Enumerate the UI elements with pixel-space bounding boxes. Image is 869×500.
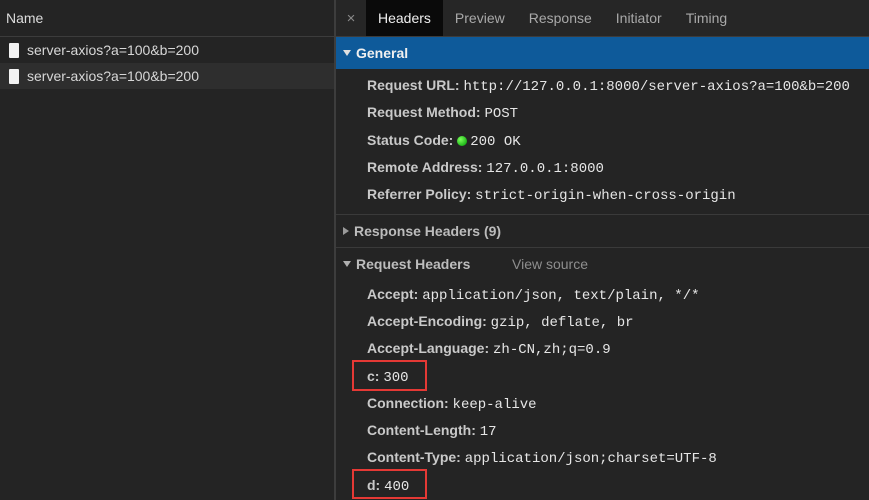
accept-row: Accept: application/json, text/plain, */… — [367, 286, 700, 304]
tab-initiator[interactable]: Initiator — [604, 0, 674, 36]
request-details-pane: × Headers Preview Response Initiator Tim… — [336, 0, 869, 500]
tab-timing[interactable]: Timing — [674, 0, 740, 36]
content-type-row: Content-Type: application/json;charset=U… — [367, 449, 717, 467]
connection-key: Connection: — [367, 395, 449, 411]
expanded-triangle-icon — [343, 261, 351, 267]
request-method-key: Request Method: — [367, 104, 481, 120]
document-icon — [9, 68, 19, 84]
request-url-key: Request URL: — [367, 77, 460, 93]
accept-language-row: Accept-Language: zh-CN,zh;q=0.9 — [367, 340, 611, 358]
status-ok-icon — [457, 136, 468, 146]
response-headers-title: Response Headers (9) — [354, 223, 502, 239]
collapsed-triangle-icon — [343, 227, 349, 235]
tab-response[interactable]: Response — [517, 0, 604, 36]
accept-language-value: zh-CN,zh;q=0.9 — [493, 342, 611, 358]
general-section-title: General — [356, 45, 409, 61]
request-name: server-axios?a=100&b=200 — [27, 42, 200, 58]
request-row[interactable]: server-axios?a=100&b=200 — [0, 63, 334, 89]
request-method-value: POST — [484, 106, 519, 122]
remote-address-row: Remote Address: 127.0.0.1:8000 — [367, 159, 604, 177]
connection-value: keep-alive — [452, 397, 537, 413]
request-method-row: Request Method: POST — [367, 104, 518, 122]
devtools-network-panel: Name server-axios?a=100&b=200 server-axi… — [0, 0, 869, 500]
request-url-value: http://127.0.0.1:8000/server-axios?a=100… — [463, 79, 850, 95]
general-section-header[interactable]: General — [336, 37, 869, 69]
content-length-row: Content-Length: 17 — [367, 422, 497, 440]
referrer-policy-value: strict-origin-when-cross-origin — [475, 188, 736, 204]
accept-encoding-row: Accept-Encoding: gzip, deflate, br — [367, 313, 634, 331]
content-type-key: Content-Type: — [367, 449, 461, 465]
request-headers-section-header[interactable]: Request Headers — [343, 256, 470, 272]
section-divider — [336, 214, 869, 215]
expanded-triangle-icon — [343, 50, 351, 56]
request-list-pane: Name server-axios?a=100&b=200 server-axi… — [0, 0, 334, 500]
details-tabbar: × Headers Preview Response Initiator Tim… — [336, 0, 869, 37]
remote-address-key: Remote Address: — [367, 159, 483, 175]
status-code-key: Status Code: — [367, 132, 454, 148]
status-code-row: Status Code: 200 OK — [367, 132, 521, 150]
content-length-value: 17 — [479, 424, 497, 440]
request-row[interactable]: server-axios?a=100&b=200 — [0, 37, 334, 63]
accept-value: application/json, text/plain, */* — [422, 288, 700, 304]
tab-preview[interactable]: Preview — [443, 0, 517, 36]
status-code-value: 200 OK — [470, 134, 521, 150]
name-column-header[interactable]: Name — [0, 0, 334, 37]
content-length-key: Content-Length: — [367, 422, 476, 438]
highlight-box-d — [352, 469, 427, 499]
accept-encoding-value: gzip, deflate, br — [490, 315, 634, 331]
accept-language-key: Accept-Language: — [367, 340, 490, 356]
remote-address-value: 127.0.0.1:8000 — [486, 161, 604, 177]
connection-row: Connection: keep-alive — [367, 395, 537, 413]
accept-encoding-key: Accept-Encoding: — [367, 313, 487, 329]
accept-key: Accept: — [367, 286, 419, 302]
request-url-row: Request URL: http://127.0.0.1:8000/serve… — [367, 77, 850, 95]
referrer-policy-key: Referrer Policy: — [367, 186, 472, 202]
content-type-value: application/json;charset=UTF-8 — [464, 451, 717, 467]
section-divider — [336, 247, 869, 248]
response-headers-section-header[interactable]: Response Headers (9) — [343, 223, 501, 239]
view-source-link[interactable]: View source — [512, 256, 588, 272]
close-icon[interactable]: × — [336, 0, 366, 36]
referrer-policy-row: Referrer Policy: strict-origin-when-cros… — [367, 186, 736, 204]
document-icon — [9, 42, 19, 58]
request-name: server-axios?a=100&b=200 — [27, 68, 200, 84]
request-headers-title: Request Headers — [356, 256, 471, 272]
tab-headers[interactable]: Headers — [366, 0, 443, 36]
highlight-box-c — [352, 360, 427, 391]
